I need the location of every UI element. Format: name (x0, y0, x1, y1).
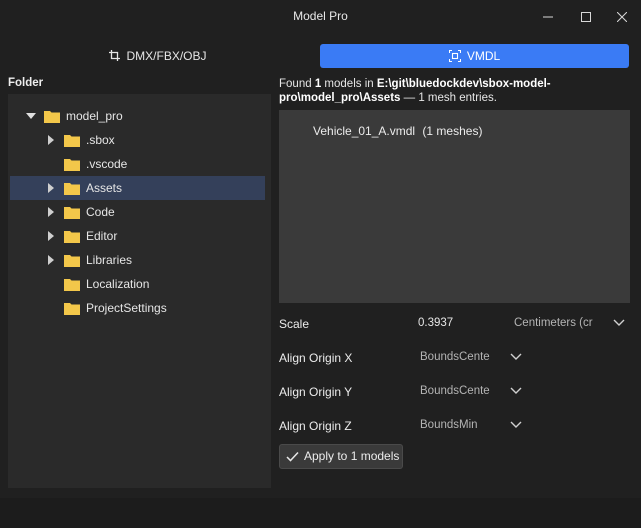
tree-item-localization[interactable]: Localization (10, 272, 265, 296)
found-suffix: — 1 mesh entries. (403, 92, 497, 104)
folder-icon (64, 135, 80, 147)
maximize-button[interactable] (566, 4, 606, 28)
model-mesh-count: (1 meshes) (422, 124, 483, 138)
tree-item-code[interactable]: Code (10, 200, 265, 224)
align-z-select[interactable]: BoundsMin (420, 419, 478, 431)
folder-tree: model_pro .sbox .vscode Assets Code Edit… (8, 94, 271, 488)
align-y-select[interactable]: BoundsCente (420, 385, 490, 397)
tree-item-editor[interactable]: Editor (10, 224, 265, 248)
scale-label: Scale (279, 317, 310, 331)
tree-item-label: .vscode (86, 157, 128, 171)
close-icon (616, 11, 628, 23)
folder-icon (44, 111, 60, 123)
tree-item-label: Editor (86, 229, 118, 243)
folder-icon (64, 303, 80, 315)
apply-button[interactable]: Apply to 1 models (279, 444, 403, 469)
tab-vmdl[interactable]: VMDL (320, 44, 629, 68)
folder-icon (64, 231, 80, 243)
folder-icon (64, 159, 80, 171)
maximize-icon (581, 11, 591, 22)
minimize-icon (543, 16, 553, 18)
caret-right-icon[interactable] (46, 207, 56, 217)
caret-right-icon[interactable] (46, 231, 56, 241)
chevron-down-icon[interactable] (613, 319, 625, 327)
tab-dmx-fbx-obj-label: DMX/FBX/OBJ (126, 49, 207, 63)
tree-item-label: ProjectSettings (86, 301, 167, 315)
chevron-down-icon[interactable] (510, 421, 522, 429)
scale-unit-select[interactable]: Centimeters (cr (514, 317, 593, 329)
tab-dmx-fbx-obj[interactable]: DMX/FBX/OBJ (8, 44, 308, 68)
found-middle: models in (324, 78, 374, 90)
align-z-label: Align Origin Z (279, 419, 352, 433)
model-name: Vehicle_01_A.vmdl (313, 124, 416, 138)
title-bar: Model Pro (0, 0, 641, 32)
folder-heading: Folder (8, 77, 44, 89)
tab-vmdl-label: VMDL (466, 49, 501, 63)
caret-right-icon[interactable] (46, 135, 56, 145)
found-count: 1 (314, 78, 322, 90)
list-item[interactable]: Vehicle_01_A.vmdl (1 meshes) (313, 124, 482, 138)
caret-right-icon[interactable] (46, 183, 56, 193)
tree-item-label: model_pro (66, 109, 123, 123)
minimize-button[interactable] (528, 4, 568, 28)
caret-down-icon[interactable] (26, 111, 36, 121)
folder-icon (64, 207, 80, 219)
tree-item-label: Libraries (86, 253, 133, 267)
folder-icon (64, 279, 80, 291)
tree-item-libraries[interactable]: Libraries (10, 248, 265, 272)
scale-input[interactable]: 0.3937 (418, 317, 453, 329)
check-icon (286, 451, 299, 462)
tree-item-vscode[interactable]: .vscode (10, 152, 265, 176)
folder-icon (64, 183, 80, 195)
close-button[interactable] (602, 4, 641, 28)
model-list: Vehicle_01_A.vmdl (1 meshes) (279, 110, 630, 303)
tree-item-label: Assets (86, 181, 123, 195)
chevron-down-icon[interactable] (510, 353, 522, 361)
found-prefix: Found (279, 78, 312, 90)
folder-icon (64, 255, 80, 267)
tree-item-projectsettings[interactable]: ProjectSettings (10, 296, 265, 320)
tree-item-model-pro[interactable]: model_pro (10, 104, 265, 128)
tree-item-assets[interactable]: Assets (10, 176, 265, 200)
align-x-select[interactable]: BoundsCente (420, 351, 490, 363)
tree-item-label: .sbox (86, 133, 115, 147)
apply-button-label: Apply to 1 models (304, 449, 400, 463)
found-summary: Found 1 models in E:\git\bluedockdev\sbo… (279, 77, 629, 105)
tree-item-label: Code (86, 205, 115, 219)
tree-item-sbox[interactable]: .sbox (10, 128, 265, 152)
align-y-label: Align Origin Y (279, 385, 353, 399)
caret-right-icon[interactable] (46, 255, 56, 265)
model-icon (448, 49, 461, 62)
chevron-down-icon[interactable] (510, 387, 522, 395)
status-bar (0, 498, 641, 528)
crop-icon (109, 50, 121, 62)
tree-item-label: Localization (86, 277, 150, 291)
align-x-label: Align Origin X (279, 351, 353, 365)
